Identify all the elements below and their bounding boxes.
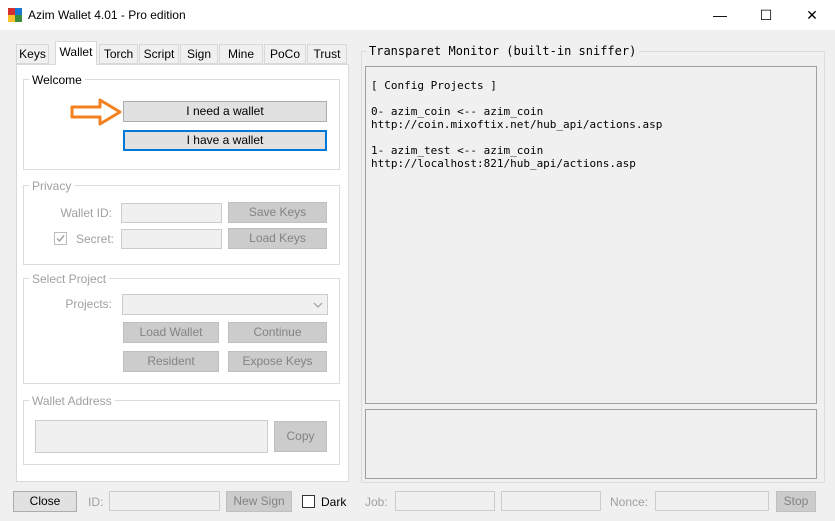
projects-select[interactable]	[122, 294, 328, 315]
id-label: ID:	[88, 495, 104, 509]
wallet-address-field[interactable]	[35, 420, 268, 453]
wallet-id-input[interactable]	[121, 203, 222, 223]
tab-poco[interactable]: PoCo	[264, 44, 306, 64]
monitor-secondary-box[interactable]	[365, 409, 817, 479]
tab-trust[interactable]: Trust	[307, 44, 347, 64]
projects-label: Projects:	[65, 297, 112, 311]
nonce-label: Nonce:	[610, 495, 649, 509]
job-label: Job:	[365, 495, 388, 509]
tab-script[interactable]: Script	[139, 44, 179, 64]
privacy-group-label: Privacy	[29, 179, 75, 193]
load-keys-button[interactable]: Load Keys	[228, 228, 327, 249]
close-icon: ✕	[806, 6, 818, 23]
dark-checkbox[interactable]	[302, 495, 315, 508]
window-title: Azim Wallet 4.01 - Pro edition	[28, 8, 186, 22]
wallet-address-group-label: Wallet Address	[29, 394, 115, 408]
tab-keys[interactable]: Keys	[16, 44, 49, 64]
secret-checkbox[interactable]	[54, 232, 67, 245]
welcome-group-label: Welcome	[29, 73, 85, 87]
new-sign-button[interactable]: New Sign	[226, 491, 292, 512]
chevron-down-icon	[309, 295, 327, 314]
resident-button[interactable]: Resident	[123, 351, 219, 372]
privacy-group	[23, 185, 340, 265]
maximize-icon: ☐	[759, 6, 773, 23]
tab-wallet[interactable]: Wallet	[55, 41, 97, 65]
nonce-input[interactable]	[655, 491, 769, 511]
tab-torch[interactable]: Torch	[99, 44, 138, 64]
expose-keys-button[interactable]: Expose Keys	[228, 351, 327, 372]
check-icon	[56, 235, 65, 243]
minimize-icon: —	[713, 7, 727, 23]
close-button[interactable]: Close	[13, 491, 77, 512]
stop-button[interactable]: Stop	[776, 491, 816, 512]
close-window-button[interactable]: ✕	[789, 0, 835, 30]
tab-mine[interactable]: Mine	[219, 44, 263, 64]
minimize-button[interactable]: —	[697, 0, 743, 30]
save-keys-button[interactable]: Save Keys	[228, 202, 327, 223]
select-project-group-label: Select Project	[29, 272, 110, 286]
monitor-title: Transparet Monitor (built-in sniffer)	[366, 44, 640, 58]
app-icon	[8, 8, 22, 22]
maximize-button[interactable]: ☐	[743, 0, 789, 30]
have-wallet-button[interactable]: I have a wallet	[123, 130, 327, 151]
tab-sign[interactable]: Sign	[180, 44, 218, 64]
job-input[interactable]	[395, 491, 495, 511]
id-input[interactable]	[109, 491, 220, 511]
arrow-right-icon	[70, 98, 122, 126]
secret-label: Secret:	[76, 232, 115, 246]
continue-button[interactable]: Continue	[228, 322, 327, 343]
secret-input[interactable]	[121, 229, 222, 249]
load-wallet-button[interactable]: Load Wallet	[123, 322, 219, 343]
wallet-id-label: Wallet ID:	[60, 206, 112, 220]
job-input-2[interactable]	[501, 491, 601, 511]
copy-button[interactable]: Copy	[274, 421, 327, 452]
monitor-log[interactable]: [ Config Projects ] 0- azim_coin <-- azi…	[365, 66, 817, 404]
dark-label: Dark	[321, 495, 347, 509]
need-wallet-button[interactable]: I need a wallet	[123, 101, 327, 122]
